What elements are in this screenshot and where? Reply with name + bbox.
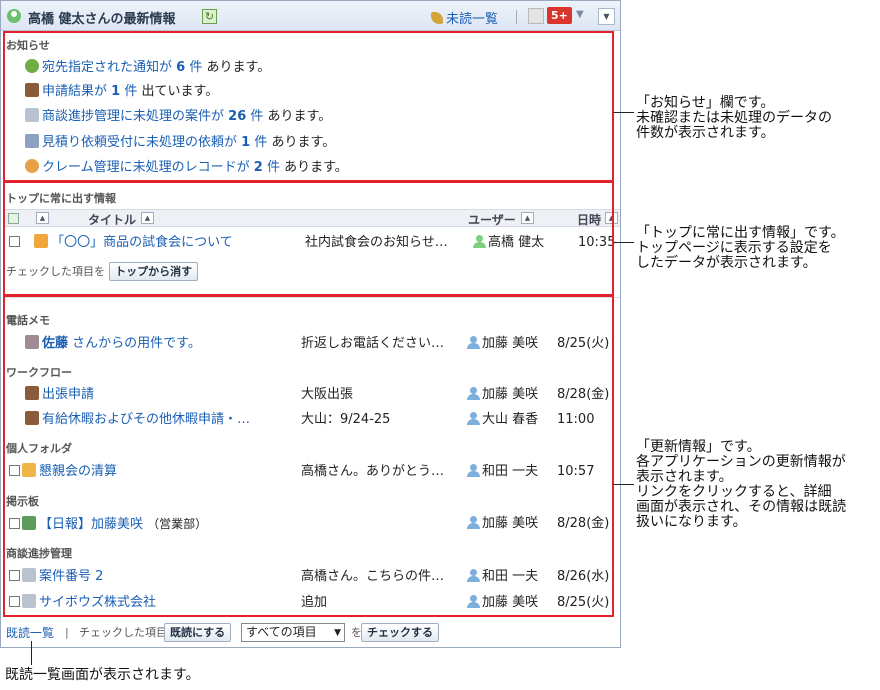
notice-annotation: 「お知らせ」欄です。 未確認または未処理のデータの 件数が表示されます。 [636, 95, 832, 141]
read-list-link[interactable]: 既読一覧 [6, 620, 54, 646]
callout-line [614, 484, 634, 485]
notice-highlight [3, 31, 614, 182]
read-list-annotation: 既読一覧画面が表示されます。 [5, 667, 200, 683]
chevron-down-icon[interactable]: ▼ [576, 9, 584, 20]
unread-list-link[interactable]: 未読一覧 [431, 8, 498, 27]
header-divider [516, 10, 517, 24]
broom-icon [431, 12, 443, 24]
panel-title: 高橋 健太さんの最新情報 [28, 12, 176, 27]
panel-footer: 既読一覧 | チェックした項目を 既読にする すべての項目 を チェックする [1, 620, 621, 648]
panel-header: 高橋 健太さんの最新情報 ↻ 未読一覧 5+ ▼ ▼ [1, 1, 620, 31]
pinned-annotation: 「トップに常に出す情報」です。 トップページに表示する設定を したデータが表示さ… [636, 225, 845, 271]
updates-annotation: 「更新情報」です。 各アプリケーションの更新情報が 表示されます。 リンクをクリ… [636, 439, 847, 530]
pinned-highlight [3, 181, 614, 296]
user-icon [7, 9, 21, 23]
refresh-icon[interactable]: ↻ [202, 9, 217, 24]
updates-highlight [3, 295, 614, 617]
item-filter-select[interactable]: すべての項目 [241, 623, 345, 642]
notification-badge[interactable]: 5+ [547, 7, 572, 24]
callout-line [31, 641, 32, 665]
callout-line [614, 242, 634, 243]
check-button[interactable]: チェックする [361, 623, 439, 642]
mark-read-button[interactable]: 既読にする [164, 623, 232, 642]
callout-line [614, 112, 634, 113]
avatar[interactable] [528, 8, 544, 24]
panel-menu-button[interactable]: ▼ [598, 8, 615, 25]
